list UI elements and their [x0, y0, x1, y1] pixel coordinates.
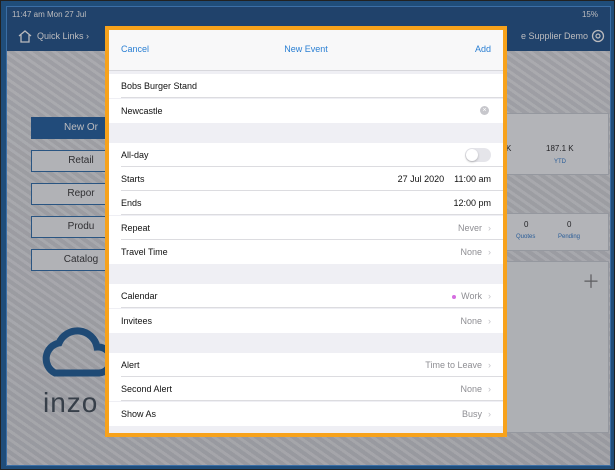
starts-time[interactable]: 11:00 am	[454, 174, 491, 184]
event-title-field[interactable]: Bobs Burger Stand	[109, 74, 503, 98]
divider	[121, 400, 503, 401]
chevron-right-icon: ›	[488, 360, 491, 370]
travel-value-wrap: None ›	[460, 247, 491, 257]
invitees-value-wrap: None ›	[460, 316, 491, 326]
alert-value-wrap: Time to Leave ›	[425, 360, 491, 370]
starts-label: Starts	[121, 174, 145, 184]
repeat-label: Repeat	[121, 223, 151, 233]
alert-label: Alert	[121, 360, 140, 370]
divider	[121, 307, 503, 308]
travel-time-row[interactable]: Travel Time None ›	[109, 240, 503, 264]
chevron-right-icon: ›	[488, 409, 491, 419]
sheet-title: New Event	[284, 44, 328, 54]
device-frame: 11:47 am Mon 27 Jul 15% Quick Links › e …	[0, 0, 615, 470]
ends-label: Ends	[121, 198, 142, 208]
chevron-right-icon: ›	[488, 223, 491, 233]
toggle-knob	[466, 149, 478, 161]
new-event-sheet: Cancel New Event Add Bobs Burger Stand N…	[105, 26, 507, 437]
add-button[interactable]: Add	[475, 44, 491, 54]
alert-row[interactable]: Alert Time to Leave ›	[109, 353, 503, 377]
calendar-row[interactable]: Calendar Work ›	[109, 284, 503, 308]
invitees-label: Invitees	[121, 316, 153, 326]
sheet-header: Cancel New Event Add	[109, 30, 503, 71]
location-value: Newcastle	[121, 106, 163, 116]
calendar-color-dot	[452, 294, 457, 299]
calendar-label: Calendar	[121, 291, 158, 301]
invitees-row[interactable]: Invitees None ›	[109, 309, 503, 333]
all-day-label: All-day	[121, 150, 149, 160]
clear-icon[interactable]: ×	[480, 106, 489, 115]
ends-row[interactable]: Ends 12:00 pm	[109, 191, 503, 215]
divider	[121, 214, 503, 215]
chevron-right-icon: ›	[488, 316, 491, 326]
calendar-value: Work	[461, 291, 482, 301]
chevron-right-icon: ›	[488, 291, 491, 301]
location-field[interactable]: Newcastle ×	[109, 99, 503, 123]
show-as-label: Show As	[121, 409, 157, 419]
all-day-toggle[interactable]	[465, 148, 491, 162]
ends-time[interactable]: 12:00 pm	[453, 198, 491, 208]
starts-date[interactable]: 27 Jul 2020	[398, 174, 445, 184]
second-alert-row[interactable]: Second Alert None ›	[109, 377, 503, 401]
chevron-right-icon: ›	[488, 384, 491, 394]
starts-value: 27 Jul 2020 11:00 am	[398, 174, 491, 184]
travel-time-value: None	[460, 247, 482, 257]
alert-value: Time to Leave	[425, 360, 482, 370]
show-as-value-wrap: Busy ›	[462, 409, 491, 419]
repeat-value-wrap: Never ›	[458, 223, 491, 233]
repeat-row[interactable]: Repeat Never ›	[109, 216, 503, 240]
show-as-value: Busy	[461, 409, 482, 419]
show-as-row[interactable]: Show As Busy ›	[109, 402, 503, 426]
calendar-value-wrap: Work ›	[452, 291, 491, 301]
all-day-row: All-day	[109, 143, 503, 167]
invitees-value: None	[460, 316, 482, 326]
divider	[121, 97, 503, 98]
travel-time-label: Travel Time	[121, 247, 168, 257]
repeat-value: Never	[457, 223, 482, 233]
event-title-value: Bobs Burger Stand	[121, 81, 198, 91]
second-alert-label: Second Alert	[121, 384, 173, 394]
chevron-right-icon: ›	[488, 247, 491, 257]
starts-row[interactable]: Starts 27 Jul 2020 11:00 am	[109, 167, 503, 191]
second-alert-value: None	[460, 384, 482, 394]
second-alert-value-wrap: None ›	[460, 384, 491, 394]
